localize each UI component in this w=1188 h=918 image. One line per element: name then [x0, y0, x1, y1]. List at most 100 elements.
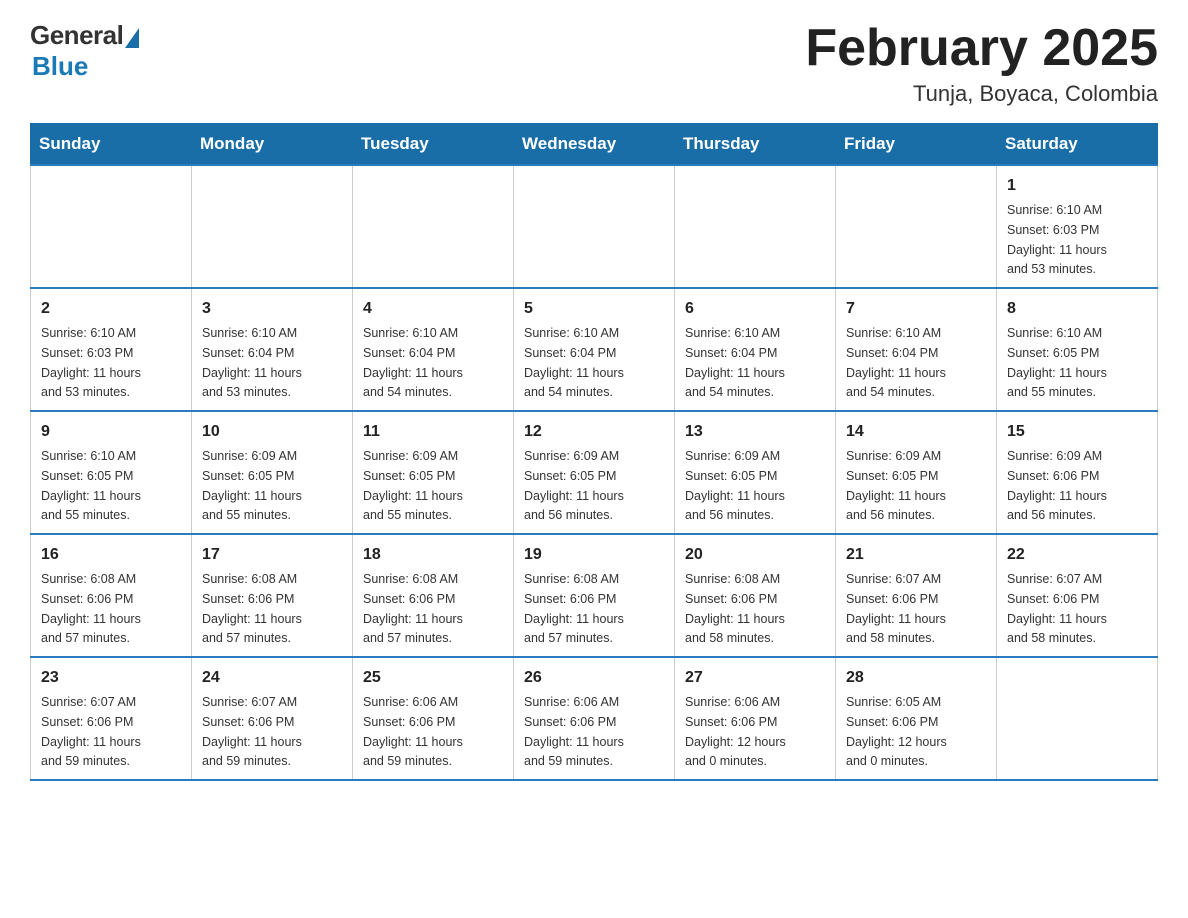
- day-info: Sunrise: 6:05 AM Sunset: 6:06 PM Dayligh…: [846, 695, 947, 768]
- day-number: 16: [41, 543, 181, 567]
- calendar-cell: 15Sunrise: 6:09 AM Sunset: 6:06 PM Dayli…: [997, 411, 1158, 534]
- calendar-cell: [514, 165, 675, 288]
- calendar-cell: [836, 165, 997, 288]
- day-info: Sunrise: 6:10 AM Sunset: 6:04 PM Dayligh…: [524, 326, 624, 399]
- day-info: Sunrise: 6:08 AM Sunset: 6:06 PM Dayligh…: [41, 572, 141, 645]
- day-number: 27: [685, 666, 825, 690]
- calendar-cell: 14 Sunrise: 6:09 AM Sunset: 6:05 PM Dayli…: [836, 411, 997, 534]
- day-info: Sunrise: 6:06 AM Sunset: 6:06 PM Dayligh…: [363, 695, 463, 768]
- calendar-cell: 16 Sunrise: 6:08 AM Sunset: 6:06 PM Dayli…: [31, 534, 192, 657]
- month-title: February 2025: [805, 20, 1158, 77]
- day-number: 28: [846, 666, 986, 690]
- day-number: 2: [41, 297, 181, 321]
- day-number: 10: [202, 420, 342, 444]
- calendar-cell: 13 Sunrise: 6:09 AM Sunset: 6:05 PM Dayli…: [675, 411, 836, 534]
- calendar-week-row: 2 Sunrise: 6:10 AM Sunset: 6:03 PM Daylig…: [31, 288, 1158, 411]
- day-info: Sunrise: 6:10 AM Sunset: 6:05 PM Dayligh…: [41, 449, 141, 522]
- calendar-cell: 22Sunrise: 6:07 AM Sunset: 6:06 PM Dayli…: [997, 534, 1158, 657]
- logo-general-text: General: [30, 20, 123, 51]
- day-info: Sunrise: 6:09 AM Sunset: 6:05 PM Dayligh…: [685, 449, 785, 522]
- calendar-table: SundayMondayTuesdayWednesdayThursdayFrid…: [30, 123, 1158, 781]
- day-number: 4: [363, 297, 503, 321]
- day-number: 15: [1007, 420, 1147, 444]
- logo: General Blue: [30, 20, 139, 82]
- location-title: Tunja, Boyaca, Colombia: [805, 81, 1158, 107]
- calendar-cell: 26Sunrise: 6:06 AM Sunset: 6:06 PM Dayli…: [514, 657, 675, 780]
- day-number: 22: [1007, 543, 1147, 567]
- calendar-cell: 11 Sunrise: 6:09 AM Sunset: 6:05 PM Dayli…: [353, 411, 514, 534]
- calendar-cell: 27 Sunrise: 6:06 AM Sunset: 6:06 PM Dayli…: [675, 657, 836, 780]
- day-info: Sunrise: 6:09 AM Sunset: 6:05 PM Dayligh…: [524, 449, 624, 522]
- logo-triangle-icon: [125, 28, 139, 48]
- calendar-cell: 3Sunrise: 6:10 AM Sunset: 6:04 PM Daylig…: [192, 288, 353, 411]
- day-number: 6: [685, 297, 825, 321]
- weekday-header-sunday: Sunday: [31, 124, 192, 166]
- calendar-cell: 28 Sunrise: 6:05 AM Sunset: 6:06 PM Dayli…: [836, 657, 997, 780]
- calendar-cell: 25 Sunrise: 6:06 AM Sunset: 6:06 PM Dayli…: [353, 657, 514, 780]
- calendar-cell: 23 Sunrise: 6:07 AM Sunset: 6:06 PM Dayli…: [31, 657, 192, 780]
- calendar-week-row: 16 Sunrise: 6:08 AM Sunset: 6:06 PM Dayli…: [31, 534, 1158, 657]
- day-number: 19: [524, 543, 664, 567]
- calendar-cell: 8 Sunrise: 6:10 AM Sunset: 6:05 PM Daylig…: [997, 288, 1158, 411]
- calendar-cell: 9 Sunrise: 6:10 AM Sunset: 6:05 PM Daylig…: [31, 411, 192, 534]
- day-info: Sunrise: 6:10 AM Sunset: 6:04 PM Dayligh…: [685, 326, 785, 399]
- calendar-cell: 20 Sunrise: 6:08 AM Sunset: 6:06 PM Dayli…: [675, 534, 836, 657]
- day-info: Sunrise: 6:09 AM Sunset: 6:05 PM Dayligh…: [202, 449, 302, 522]
- day-number: 11: [363, 420, 503, 444]
- day-info: Sunrise: 6:06 AM Sunset: 6:06 PM Dayligh…: [524, 695, 624, 768]
- day-info: Sunrise: 6:08 AM Sunset: 6:06 PM Dayligh…: [202, 572, 302, 645]
- day-info: Sunrise: 6:08 AM Sunset: 6:06 PM Dayligh…: [524, 572, 624, 645]
- day-number: 21: [846, 543, 986, 567]
- weekday-header-saturday: Saturday: [997, 124, 1158, 166]
- calendar-cell: 17 Sunrise: 6:08 AM Sunset: 6:06 PM Dayli…: [192, 534, 353, 657]
- day-info: Sunrise: 6:10 AM Sunset: 6:04 PM Dayligh…: [202, 326, 302, 399]
- day-number: 24: [202, 666, 342, 690]
- day-info: Sunrise: 6:10 AM Sunset: 6:04 PM Dayligh…: [363, 326, 463, 399]
- day-number: 17: [202, 543, 342, 567]
- calendar-cell: 18Sunrise: 6:08 AM Sunset: 6:06 PM Dayli…: [353, 534, 514, 657]
- day-number: 25: [363, 666, 503, 690]
- day-info: Sunrise: 6:08 AM Sunset: 6:06 PM Dayligh…: [685, 572, 785, 645]
- logo-blue-text: Blue: [32, 51, 88, 82]
- day-number: 14: [846, 420, 986, 444]
- calendar-cell: 5 Sunrise: 6:10 AM Sunset: 6:04 PM Daylig…: [514, 288, 675, 411]
- calendar-cell: 24 Sunrise: 6:07 AM Sunset: 6:06 PM Dayli…: [192, 657, 353, 780]
- day-number: 13: [685, 420, 825, 444]
- calendar-cell: [997, 657, 1158, 780]
- calendar-cell: 12 Sunrise: 6:09 AM Sunset: 6:05 PM Dayli…: [514, 411, 675, 534]
- day-info: Sunrise: 6:09 AM Sunset: 6:05 PM Dayligh…: [363, 449, 463, 522]
- calendar-cell: 21Sunrise: 6:07 AM Sunset: 6:06 PM Dayli…: [836, 534, 997, 657]
- calendar-week-row: 23 Sunrise: 6:07 AM Sunset: 6:06 PM Dayli…: [31, 657, 1158, 780]
- calendar-cell: 1Sunrise: 6:10 AM Sunset: 6:03 PM Daylig…: [997, 165, 1158, 288]
- calendar-header-row: SundayMondayTuesdayWednesdayThursdayFrid…: [31, 124, 1158, 166]
- day-info: Sunrise: 6:10 AM Sunset: 6:05 PM Dayligh…: [1007, 326, 1107, 399]
- day-number: 23: [41, 666, 181, 690]
- day-info: Sunrise: 6:07 AM Sunset: 6:06 PM Dayligh…: [202, 695, 302, 768]
- calendar-cell: [675, 165, 836, 288]
- day-info: Sunrise: 6:10 AM Sunset: 6:03 PM Dayligh…: [41, 326, 141, 399]
- day-info: Sunrise: 6:08 AM Sunset: 6:06 PM Dayligh…: [363, 572, 463, 645]
- day-number: 9: [41, 420, 181, 444]
- calendar-cell: 6 Sunrise: 6:10 AM Sunset: 6:04 PM Daylig…: [675, 288, 836, 411]
- day-info: Sunrise: 6:06 AM Sunset: 6:06 PM Dayligh…: [685, 695, 786, 768]
- day-info: Sunrise: 6:10 AM Sunset: 6:04 PM Dayligh…: [846, 326, 946, 399]
- calendar-cell: 19 Sunrise: 6:08 AM Sunset: 6:06 PM Dayli…: [514, 534, 675, 657]
- calendar-cell: [31, 165, 192, 288]
- weekday-header-friday: Friday: [836, 124, 997, 166]
- weekday-header-monday: Monday: [192, 124, 353, 166]
- calendar-cell: 4 Sunrise: 6:10 AM Sunset: 6:04 PM Daylig…: [353, 288, 514, 411]
- day-number: 5: [524, 297, 664, 321]
- calendar-week-row: 1Sunrise: 6:10 AM Sunset: 6:03 PM Daylig…: [31, 165, 1158, 288]
- calendar-cell: 10 Sunrise: 6:09 AM Sunset: 6:05 PM Dayli…: [192, 411, 353, 534]
- day-number: 20: [685, 543, 825, 567]
- day-number: 12: [524, 420, 664, 444]
- weekday-header-tuesday: Tuesday: [353, 124, 514, 166]
- day-number: 8: [1007, 297, 1147, 321]
- day-number: 7: [846, 297, 986, 321]
- calendar-cell: [353, 165, 514, 288]
- calendar-cell: 2 Sunrise: 6:10 AM Sunset: 6:03 PM Daylig…: [31, 288, 192, 411]
- title-area: February 2025 Tunja, Boyaca, Colombia: [805, 20, 1158, 107]
- day-info: Sunrise: 6:09 AM Sunset: 6:05 PM Dayligh…: [846, 449, 946, 522]
- day-info: Sunrise: 6:07 AM Sunset: 6:06 PM Dayligh…: [41, 695, 141, 768]
- weekday-header-wednesday: Wednesday: [514, 124, 675, 166]
